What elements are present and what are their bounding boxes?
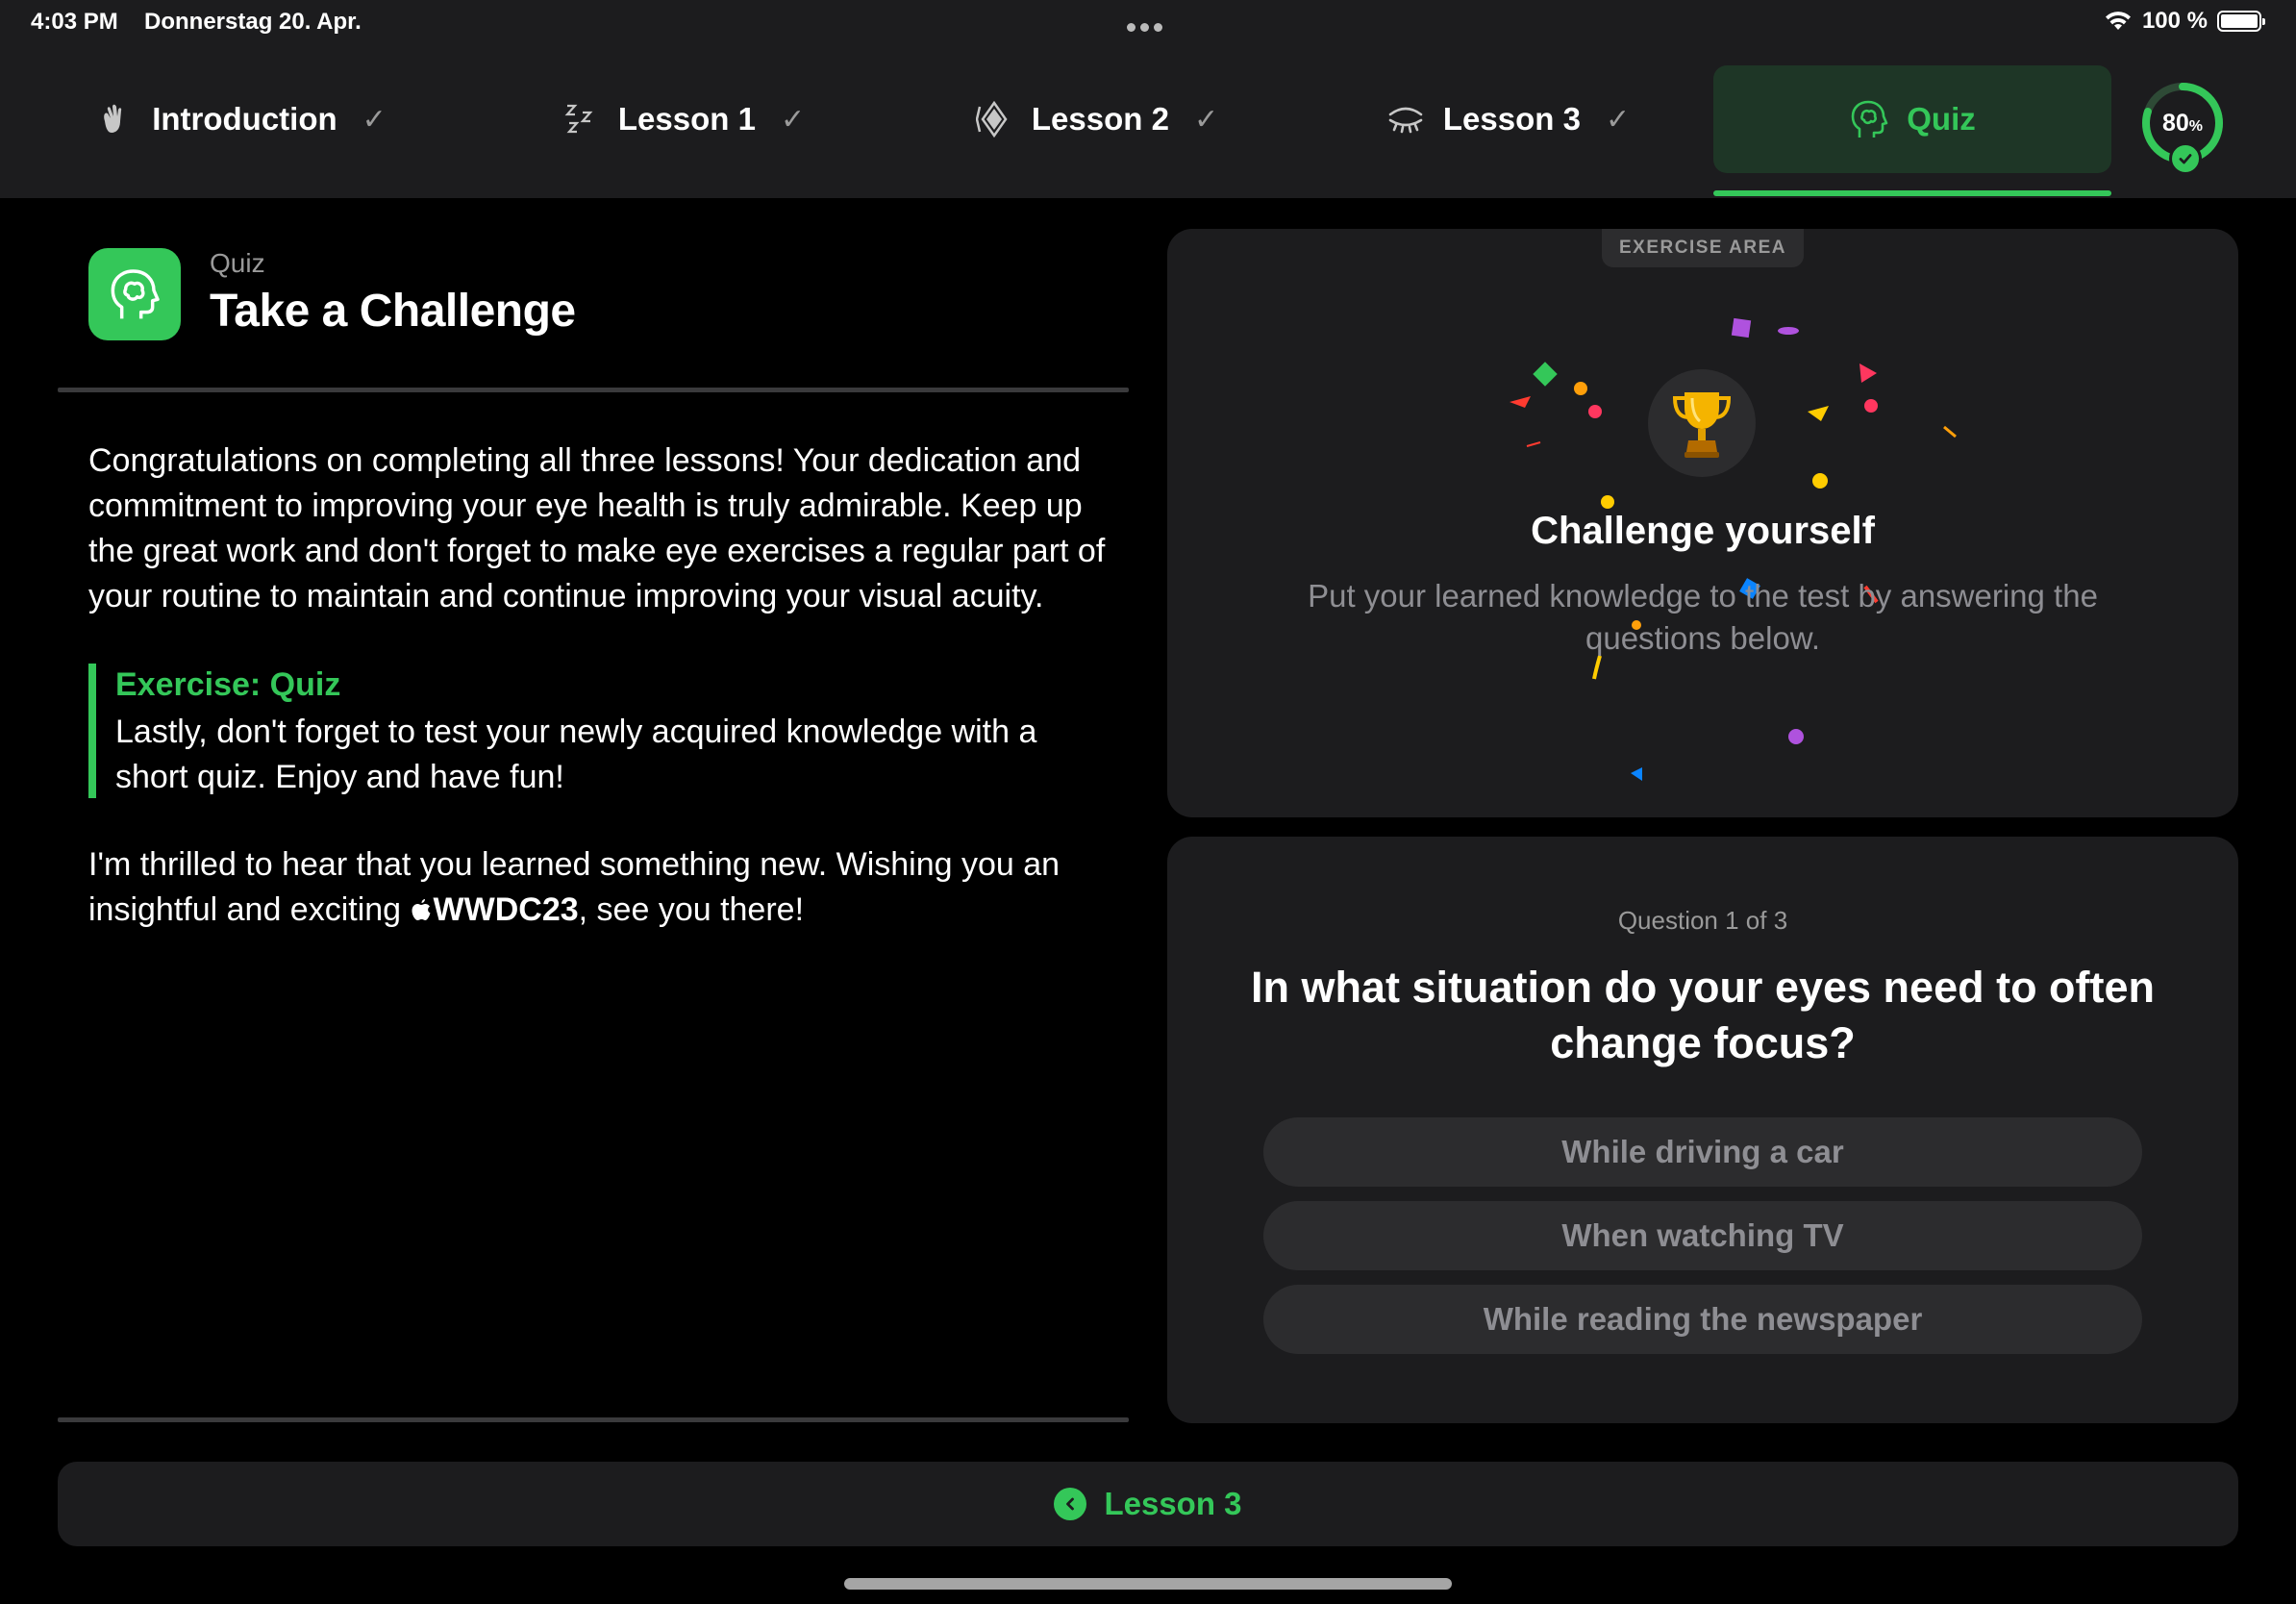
- intro-paragraph: Congratulations on completing all three …: [88, 442, 1106, 614]
- checkmark-icon: ✓: [362, 103, 387, 136]
- exercise-area-panel: EXERCISE AREA Challenge yourself Put you…: [1167, 229, 2238, 817]
- answer-option-2[interactable]: When watching TV: [1263, 1201, 2142, 1270]
- checkmark-icon: ✓: [1193, 103, 1219, 136]
- progress-label: 80%: [2140, 110, 2225, 138]
- quiz-app-icon: [88, 248, 181, 340]
- section-eyebrow: Quiz: [210, 248, 265, 278]
- back-to-lesson-button[interactable]: Lesson 3: [58, 1462, 2238, 1546]
- status-bar: 4:03 PM Donnerstag 20. Apr. 100 %: [0, 0, 2296, 48]
- multitasking-dots-icon[interactable]: [1127, 19, 1169, 32]
- exercise-callout: Exercise: Quiz Lastly, don't forget to t…: [88, 664, 1117, 798]
- exercise-title: Exercise: Quiz: [115, 666, 341, 703]
- zzz-sleep-icon: [561, 99, 601, 139]
- hand-wave-icon: [94, 99, 135, 139]
- checkmark-icon: ✓: [780, 103, 806, 136]
- wwdc-highlight: WWDC23: [433, 891, 579, 928]
- lesson-tab-bar: Introduction ✓ Lesson 1 ✓ Lesson 2 ✓ Les…: [0, 48, 2296, 198]
- exercise-area-tag: EXERCISE AREA: [1602, 229, 1804, 267]
- answer-option-3[interactable]: While reading the newspaper: [1263, 1285, 2142, 1354]
- closing-text-end: , see you there!: [578, 891, 805, 928]
- status-date: Donnerstag 20. Apr.: [144, 9, 362, 35]
- tab-label: Introduction: [152, 101, 337, 137]
- closing-paragraph: I'm thrilled to hear that you learned so…: [88, 842, 1108, 933]
- answer-option-1[interactable]: While driving a car: [1263, 1117, 2142, 1187]
- tab-lesson-3[interactable]: Lesson 3 ✓: [1325, 65, 1690, 173]
- status-right: 100 %: [2104, 8, 2265, 35]
- apple-logo-icon: [412, 899, 431, 920]
- question-text: In what situation do your eyes need to o…: [1250, 963, 2156, 1067]
- divider-top: [58, 388, 1129, 392]
- challenge-title: Challenge yourself: [1531, 510, 1875, 552]
- home-indicator[interactable]: [844, 1578, 1452, 1590]
- trophy-icon: [1648, 369, 1756, 477]
- status-time: 4:03 PM: [31, 9, 118, 35]
- brain-head-icon: [111, 269, 160, 319]
- exercise-body: Lastly, don't forget to test your newly …: [115, 714, 1037, 795]
- tab-label: Quiz: [1907, 101, 1976, 137]
- progress-ring: 80%: [2140, 81, 2225, 187]
- progress-value: 80: [2161, 110, 2189, 137]
- diamond-focus-icon: [974, 99, 1014, 139]
- question-counter: Question 1 of 3: [1617, 906, 1788, 935]
- challenge-subtitle: Put your learned knowledge to the test b…: [1308, 578, 2098, 656]
- battery-percent: 100 %: [2141, 8, 2208, 34]
- battery-icon: [2217, 11, 2265, 32]
- active-tab-indicator: [1713, 190, 2111, 196]
- checkmark-badge-icon: [2169, 142, 2202, 175]
- tab-label: Lesson 1: [617, 101, 756, 137]
- wifi-icon: [2105, 12, 2131, 30]
- tab-lesson-2[interactable]: Lesson 2 ✓: [913, 65, 1279, 173]
- tab-quiz[interactable]: Quiz: [1713, 65, 2111, 173]
- tab-introduction[interactable]: Introduction ✓: [58, 65, 423, 173]
- quiz-panel: Question 1 of 3 In what situation do you…: [1167, 837, 2238, 1423]
- tab-lesson-1[interactable]: Lesson 1 ✓: [500, 65, 865, 173]
- progress-unit: %: [2188, 118, 2204, 135]
- page-title: Take a Challenge: [210, 286, 576, 337]
- chevron-left-icon: [1054, 1488, 1087, 1520]
- brain-head-icon: [1849, 99, 1889, 139]
- tab-label: Lesson 2: [1031, 101, 1169, 137]
- divider-bottom: [58, 1417, 1129, 1422]
- tab-label: Lesson 3: [1442, 101, 1581, 137]
- back-button-label: Lesson 3: [1104, 1486, 1242, 1521]
- checkmark-icon: ✓: [1605, 103, 1631, 136]
- eye-closed-icon: [1385, 99, 1426, 139]
